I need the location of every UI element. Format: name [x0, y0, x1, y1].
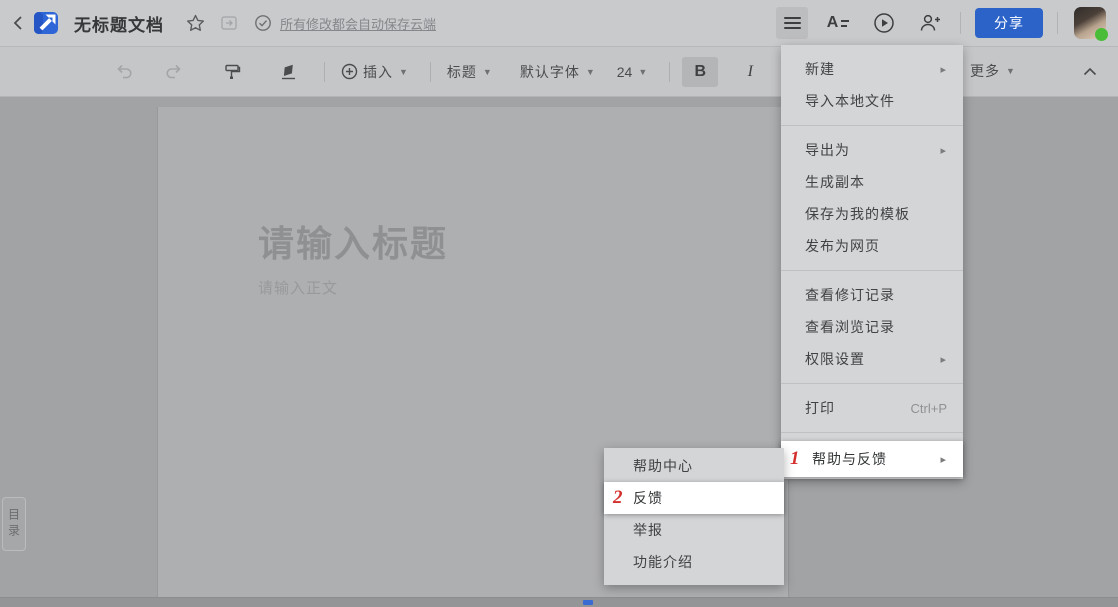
font-size-value: 24	[617, 64, 633, 80]
submenu-arrow-icon: ▸	[940, 144, 947, 157]
back-chevron-icon	[13, 15, 23, 31]
menu-divider	[781, 270, 963, 271]
star-icon	[186, 14, 205, 32]
menu-item-new[interactable]: 新建 ▸	[781, 53, 963, 85]
text-outline-icon: A	[827, 14, 850, 32]
submenu-arrow-icon: ▸	[940, 63, 947, 76]
undo-button[interactable]	[106, 57, 142, 87]
format-painter-icon	[223, 63, 241, 80]
submenu-item-report[interactable]: 举报	[604, 514, 784, 546]
step-1-annotation: 1	[790, 448, 801, 470]
help-feedback-submenu: 帮助中心 2 反馈 举报 功能介绍	[604, 448, 784, 585]
body-placeholder[interactable]: 请输入正文	[258, 277, 338, 298]
menu-item-duplicate[interactable]: 生成副本	[781, 166, 963, 198]
print-shortcut: Ctrl+P	[911, 401, 947, 416]
toolbar-divider-2	[430, 62, 431, 82]
menu-item-save-as-template[interactable]: 保存为我的模板	[781, 198, 963, 230]
person-add-icon	[919, 13, 941, 33]
undo-icon	[114, 64, 134, 80]
page-indicator	[583, 600, 593, 605]
clear-format-button[interactable]	[270, 57, 306, 87]
collapse-toolbar-button[interactable]	[1072, 56, 1108, 86]
menu-item-print[interactable]: 打印 Ctrl+P	[781, 392, 963, 424]
user-avatar[interactable]	[1074, 7, 1106, 39]
toolbar-divider	[324, 62, 325, 82]
main-dropdown-menu: 新建 ▸ 导入本地文件 导出为 ▸ 生成副本 保存为我的模板 发布为网页 查看修…	[781, 45, 963, 479]
submenu-item-feature-intro[interactable]: 功能介绍	[604, 546, 784, 578]
back-button[interactable]	[8, 9, 28, 37]
menu-item-publish-webpage[interactable]: 发布为网页	[781, 230, 963, 262]
menu-item-export-as[interactable]: 导出为 ▸	[781, 134, 963, 166]
outline-label: 目录	[6, 508, 23, 540]
menu-item-help-feedback[interactable]: 1 帮助与反馈 ▸	[781, 441, 963, 477]
move-to-folder-icon	[220, 15, 238, 31]
font-family-dropdown[interactable]: 默认字体 ▼	[516, 57, 599, 87]
more-label: 更多	[970, 61, 1000, 81]
caret-down-icon: ▼	[586, 67, 595, 77]
menu-divider	[781, 383, 963, 384]
outline-toggle-button[interactable]: 目录	[2, 497, 26, 551]
submenu-item-help-center[interactable]: 帮助中心	[604, 450, 784, 482]
document-title[interactable]: 无标题文档	[74, 11, 164, 36]
move-to-folder-button[interactable]	[216, 10, 242, 36]
bold-button[interactable]: B	[682, 57, 718, 87]
submenu-arrow-icon: ▸	[940, 453, 947, 466]
add-collaborator-button[interactable]	[914, 7, 946, 39]
font-size-dropdown[interactable]: 24 ▼	[613, 57, 652, 87]
main-menu-button[interactable]	[776, 7, 808, 39]
submenu-item-feedback[interactable]: 2 反馈	[604, 482, 784, 514]
caret-down-icon: ▼	[399, 67, 408, 77]
caret-down-icon: ▼	[483, 67, 492, 77]
eraser-icon	[279, 63, 298, 80]
redo-button[interactable]	[156, 57, 192, 87]
menu-divider	[781, 432, 963, 433]
caret-down-icon: ▼	[1006, 66, 1015, 76]
step-2-annotation: 2	[613, 487, 624, 509]
insert-button[interactable]: 插入 ▼	[337, 57, 412, 87]
menu-item-revision-history[interactable]: 查看修订记录	[781, 279, 963, 311]
app-window: 无标题文档 所有修改都会自动保存云端	[0, 0, 1118, 607]
text-settings-button[interactable]: A	[822, 7, 854, 39]
header-divider	[960, 12, 961, 34]
present-button[interactable]	[868, 7, 900, 39]
header-divider-2	[1057, 12, 1058, 34]
insert-label: 插入	[363, 62, 393, 82]
header-left: 无标题文档 所有修改都会自动保存云端	[0, 9, 762, 37]
menu-divider	[781, 125, 963, 126]
menu-item-permission-settings[interactable]: 权限设置 ▸	[781, 343, 963, 375]
share-button[interactable]: 分享	[975, 8, 1043, 38]
heading-style-dropdown[interactable]: 标题 ▼	[443, 57, 496, 87]
toolbar-divider-3	[669, 62, 670, 82]
heading-style-label: 标题	[447, 62, 477, 82]
chevron-up-icon	[1083, 67, 1097, 76]
play-circle-icon	[873, 12, 895, 34]
redo-icon	[164, 64, 184, 80]
caret-down-icon: ▼	[638, 67, 647, 77]
bottom-scroll-track[interactable]	[0, 597, 1118, 607]
check-circle-icon	[254, 14, 272, 32]
autosave-status-button[interactable]	[250, 10, 276, 36]
header-right: A 分享	[762, 7, 1118, 39]
header-bar: 无标题文档 所有修改都会自动保存云端	[0, 0, 1118, 47]
italic-button[interactable]: I	[732, 57, 768, 87]
app-logo-icon	[32, 9, 60, 37]
wechat-badge-icon	[1095, 28, 1108, 41]
submenu-arrow-icon: ▸	[940, 353, 947, 366]
format-painter-button[interactable]	[214, 57, 250, 87]
font-family-label: 默认字体	[520, 62, 580, 82]
hamburger-menu-icon	[784, 17, 801, 29]
more-tools-dropdown[interactable]: 更多 ▼	[966, 56, 1019, 86]
star-favorite-button[interactable]	[182, 10, 208, 36]
menu-item-import-local-file[interactable]: 导入本地文件	[781, 85, 963, 117]
menu-item-view-history[interactable]: 查看浏览记录	[781, 311, 963, 343]
title-placeholder[interactable]: 请输入标题	[258, 215, 448, 267]
plus-circle-icon	[341, 63, 358, 80]
autosave-status-text[interactable]: 所有修改都会自动保存云端	[280, 14, 436, 33]
